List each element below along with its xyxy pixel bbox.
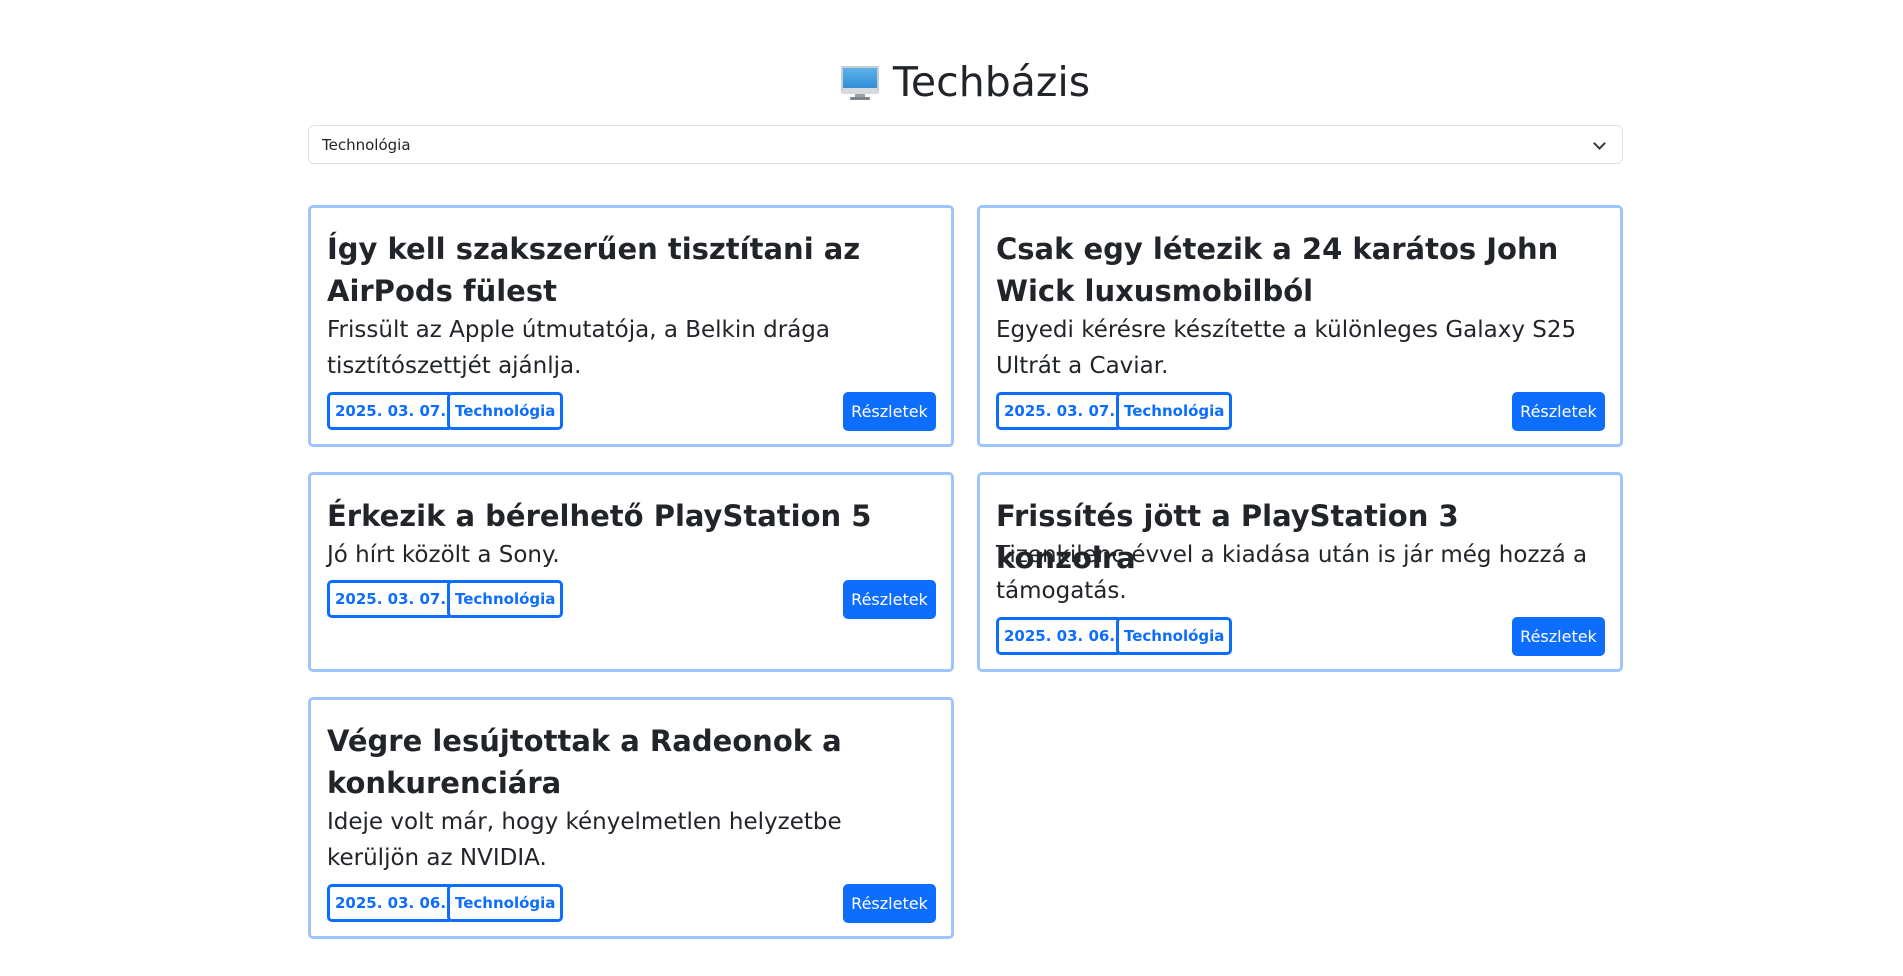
article-card: Frissítés jött a PlayStation 3 konzolra … bbox=[977, 472, 1623, 672]
details-button[interactable]: Részletek bbox=[843, 392, 936, 431]
article-description: Ideje volt már, hogy kényelmetlen helyze… bbox=[327, 809, 842, 871]
article-card: Végre lesújtottak a Radeonok a konkurenc… bbox=[308, 697, 954, 939]
chevron-down-icon bbox=[1593, 137, 1606, 150]
article-title: Így kell szakszerűen tisztítani az AirPo… bbox=[327, 232, 861, 308]
category-badge: Technológia bbox=[1116, 392, 1233, 430]
article-card: Érkezik a bérelhető PlayStation 5 Jó hír… bbox=[308, 472, 954, 672]
article-title: Végre lesújtottak a Radeonok a konkurenc… bbox=[327, 724, 842, 800]
article-card: Csak egy létezik a 24 karátos John Wick … bbox=[977, 205, 1623, 447]
category-badge: Technológia bbox=[447, 884, 564, 922]
category-select-value: Technológia bbox=[322, 136, 411, 154]
page-title: Techbázis bbox=[308, 56, 1623, 108]
article-description: Tizenkilenc évvel a kiadása után is jár … bbox=[996, 542, 1588, 604]
desktop-computer-icon bbox=[840, 66, 879, 100]
site-title: Techbázis bbox=[892, 58, 1091, 106]
article-title: Érkezik a bérelhető PlayStation 5 bbox=[327, 499, 872, 533]
article-card: Így kell szakszerűen tisztítani az AirPo… bbox=[308, 205, 954, 447]
article-title: Csak egy létezik a 24 karátos John Wick … bbox=[996, 232, 1559, 308]
category-select[interactable]: Technológia bbox=[308, 125, 1623, 164]
details-button[interactable]: Részletek bbox=[843, 580, 936, 619]
category-badge: Technológia bbox=[1116, 617, 1233, 655]
date-badge: 2025. 03. 07. bbox=[996, 392, 1124, 430]
details-button[interactable]: Részletek bbox=[1512, 392, 1605, 431]
article-description: Jó hírt közölt a Sony. bbox=[327, 542, 560, 568]
date-badge: 2025. 03. 07. bbox=[327, 580, 455, 618]
date-badge: 2025. 03. 06. bbox=[327, 884, 455, 922]
date-badge: 2025. 03. 06. bbox=[996, 617, 1124, 655]
details-button[interactable]: Részletek bbox=[1512, 617, 1605, 656]
article-description: Frissült az Apple útmutatója, a Belkin d… bbox=[327, 317, 830, 379]
category-badge: Technológia bbox=[447, 392, 564, 430]
details-button[interactable]: Részletek bbox=[843, 884, 936, 923]
category-badge: Technológia bbox=[447, 580, 564, 618]
article-description: Egyedi kérésre készítette a különleges G… bbox=[996, 317, 1577, 379]
date-badge: 2025. 03. 07. bbox=[327, 392, 455, 430]
